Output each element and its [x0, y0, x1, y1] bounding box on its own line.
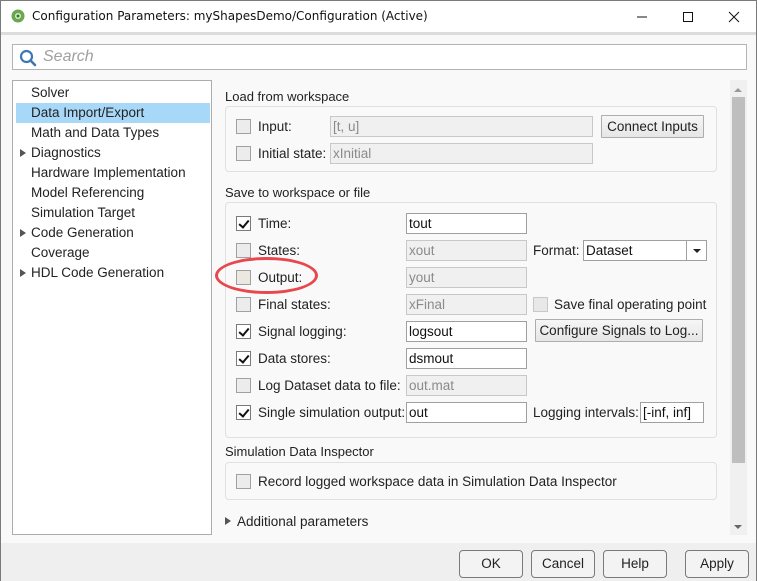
tree-item-label: HDL Code Generation	[31, 265, 165, 280]
ok-button[interactable]: OK	[459, 550, 523, 578]
scroll-down-arrow-icon[interactable]	[734, 525, 742, 529]
tree-item-diagnostics[interactable]: Diagnostics	[16, 143, 210, 163]
final-states-checkbox[interactable]	[236, 297, 251, 312]
load-group: Input: [t, u] Connect Inputs Initial sta…	[225, 106, 717, 172]
data-stores-field[interactable]: dsmout	[406, 348, 527, 369]
tree-item-math-data-types[interactable]: Math and Data Types	[16, 123, 210, 143]
tree-item-label: Code Generation	[31, 225, 134, 240]
logging-intervals-label: Logging intervals:	[533, 405, 639, 420]
minimize-button[interactable]	[619, 1, 665, 32]
signal-logging-label: Signal logging:	[258, 324, 347, 339]
search-input[interactable]	[41, 47, 741, 67]
time-checkbox[interactable]	[236, 216, 251, 231]
search-box[interactable]	[12, 44, 747, 70]
additional-parameters-label: Additional parameters	[237, 514, 369, 529]
initial-state-checkbox[interactable]	[236, 146, 251, 161]
scroll-thumb[interactable]	[732, 97, 745, 463]
single-output-field[interactable]: out	[406, 402, 527, 423]
save-group: Time: tout States: xout Format: Dataset …	[225, 202, 717, 438]
signal-logging-checkbox[interactable]	[236, 324, 251, 339]
final-states-label: Final states:	[258, 297, 331, 312]
states-label: States:	[258, 243, 301, 258]
tree-item-label: Data Import/Export	[31, 105, 145, 120]
single-output-checkbox[interactable]	[236, 405, 251, 420]
output-checkbox[interactable]	[236, 270, 251, 285]
connect-inputs-button[interactable]: Connect Inputs	[601, 115, 704, 138]
single-output-label: Single simulation output:	[258, 405, 406, 420]
tree-item-code-generation[interactable]: Code Generation	[16, 223, 210, 243]
save-section-title: Save to workspace or file	[225, 185, 371, 200]
save-final-op-label: Save final operating point	[554, 297, 707, 312]
scroll-up-arrow-icon[interactable]	[734, 88, 742, 92]
logging-intervals-field[interactable]: [-inf, inf]	[640, 402, 704, 423]
states-checkbox[interactable]	[236, 243, 251, 258]
expand-caret-icon[interactable]	[20, 149, 26, 157]
category-tree: Solver Data Import/Export Math and Data …	[12, 80, 212, 535]
settings-pane: Load from workspace Input: [t, u] Connec…	[219, 80, 747, 535]
log-dataset-checkbox[interactable]	[236, 378, 251, 393]
cancel-button[interactable]: Cancel	[531, 550, 595, 578]
expand-caret-icon	[225, 517, 231, 525]
close-icon	[728, 11, 740, 22]
record-sdi-checkbox[interactable]	[236, 474, 251, 489]
config-parameters-window: Configuration Parameters: myShapesDemo/C…	[0, 0, 757, 581]
tree-item-label: Hardware Implementation	[31, 165, 186, 180]
data-stores-label: Data stores:	[258, 351, 331, 366]
data-stores-checkbox[interactable]	[236, 351, 251, 366]
title-separator	[1, 32, 756, 35]
signal-logging-field[interactable]: logsout	[406, 321, 527, 342]
maximize-icon	[683, 11, 693, 22]
format-label: Format:	[533, 243, 580, 258]
record-sdi-label: Record logged workspace data in Simulati…	[258, 474, 617, 489]
help-button[interactable]: Help	[603, 550, 667, 578]
tree-item-model-referencing[interactable]: Model Referencing	[16, 183, 210, 203]
tree-item-label: Simulation Target	[31, 205, 136, 220]
configure-signals-button[interactable]: Configure Signals to Log...	[535, 319, 703, 342]
format-dropdown[interactable]: Dataset	[583, 240, 707, 261]
states-field[interactable]: xout	[406, 240, 527, 261]
load-section-title: Load from workspace	[225, 89, 350, 104]
initial-state-label: Initial state:	[258, 146, 327, 161]
close-button[interactable]	[711, 1, 757, 32]
apply-button[interactable]: Apply	[685, 550, 749, 578]
expand-caret-icon[interactable]	[20, 229, 26, 237]
save-final-op-checkbox[interactable]	[533, 297, 548, 312]
time-label: Time:	[258, 216, 292, 231]
dialog-footer: OK Cancel Help Apply	[1, 543, 756, 581]
additional-parameters-expander[interactable]: Additional parameters	[225, 513, 425, 531]
time-field[interactable]: tout	[406, 213, 527, 234]
tree-item-hardware-implementation[interactable]: Hardware Implementation	[16, 163, 210, 183]
tree-item-simulation-target[interactable]: Simulation Target	[16, 203, 210, 223]
expand-caret-icon[interactable]	[20, 269, 26, 277]
sdi-section-title: Simulation Data Inspector	[225, 444, 374, 459]
vertical-scrollbar[interactable]	[730, 80, 747, 535]
tree-item-label: Model Referencing	[31, 185, 145, 200]
tree-item-hdl-code-generation[interactable]: HDL Code Generation	[16, 263, 210, 283]
tree-item-label: Coverage	[31, 245, 90, 260]
output-field[interactable]: yout	[406, 267, 527, 288]
tree-item-solver[interactable]: Solver	[16, 83, 210, 103]
input-label: Input:	[258, 119, 292, 134]
chevron-down-icon[interactable]	[686, 241, 706, 260]
input-checkbox[interactable]	[236, 119, 251, 134]
sdi-group: Record logged workspace data in Simulati…	[225, 462, 717, 500]
maximize-button[interactable]	[665, 1, 711, 32]
simulink-gear-icon	[11, 9, 25, 23]
tree-item-coverage[interactable]: Coverage	[16, 243, 210, 263]
format-selected-value: Dataset	[586, 243, 633, 258]
tree-item-label: Math and Data Types	[31, 125, 160, 140]
tree-item-label: Solver	[31, 85, 70, 100]
input-field[interactable]: [t, u]	[330, 116, 593, 137]
log-dataset-label: Log Dataset data to file:	[258, 378, 401, 393]
tree-item-label: Diagnostics	[31, 145, 101, 160]
output-label: Output:	[258, 270, 303, 285]
minimize-icon	[637, 16, 647, 17]
log-dataset-field[interactable]: out.mat	[406, 375, 527, 396]
title-bar: Configuration Parameters: myShapesDemo/C…	[1, 1, 756, 32]
search-icon	[19, 49, 37, 67]
final-states-field[interactable]: xFinal	[406, 294, 527, 315]
initial-state-field[interactable]: xInitial	[330, 143, 593, 164]
tree-item-data-import-export[interactable]: Data Import/Export	[16, 103, 210, 123]
window-title: Configuration Parameters: myShapesDemo/C…	[32, 9, 428, 23]
